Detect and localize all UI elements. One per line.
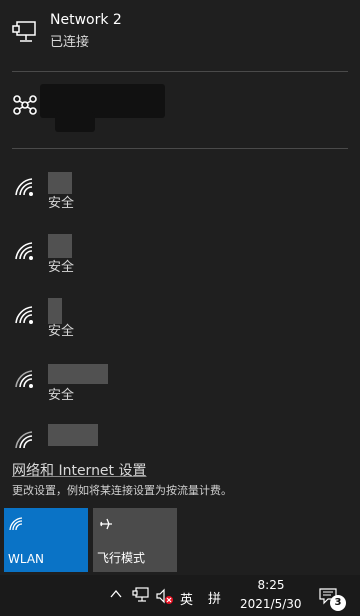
wifi-network-item[interactable]: 安全	[0, 224, 360, 288]
tile-label: 飞行模式	[97, 551, 146, 565]
clock-date[interactable]: 2021/5/30	[240, 597, 302, 611]
wifi-secure-icon	[15, 370, 33, 388]
notification-count-badge: 3	[330, 595, 346, 611]
security-label: 安全	[48, 388, 75, 403]
network-name: Network 2	[50, 12, 122, 28]
redacted-ssid	[48, 172, 72, 194]
wifi-network-item[interactable]: 安全	[0, 288, 360, 352]
divider	[12, 148, 348, 149]
wifi-network-item[interactable]: 安全	[0, 352, 360, 416]
redacted-ssid	[48, 364, 108, 384]
taskbar: 英 拼 8:25 2021/5/30 3	[0, 575, 360, 616]
ethernet-icon[interactable]	[132, 587, 150, 603]
network-settings-link[interactable]: 网络和 Internet 设置	[12, 460, 147, 480]
volume-muted-icon[interactable]	[155, 587, 175, 607]
redacted-ssid	[48, 424, 98, 446]
redacted-name	[55, 112, 95, 132]
security-label: 安全	[48, 260, 75, 275]
airplane-icon	[100, 518, 112, 530]
redacted-ssid	[48, 234, 72, 258]
tile-label: WLAN	[8, 552, 45, 566]
ethernet-icon	[12, 21, 36, 42]
wifi-network-item[interactable]	[0, 418, 360, 448]
security-label: 安全	[48, 196, 75, 211]
mobile-hotspot-icon	[13, 95, 37, 115]
wifi-network-item[interactable]: 安全	[0, 160, 360, 224]
ime-language-indicator[interactable]: 英	[180, 589, 193, 608]
wifi-secure-icon	[15, 178, 33, 196]
chevron-up-icon[interactable]	[110, 589, 122, 599]
wifi-secure-icon	[15, 242, 33, 260]
wlan-toggle-tile[interactable]: WLAN	[4, 508, 88, 572]
settings-description: 更改设置，例如将某连接设置为按流量计费。	[12, 484, 232, 497]
ime-mode-indicator[interactable]: 拼	[208, 588, 221, 607]
network-item-connected[interactable]: Network 2 已连接	[0, 0, 360, 70]
wifi-icon	[9, 517, 23, 531]
wifi-icon	[15, 431, 33, 448]
network-status: 已连接	[50, 35, 90, 50]
wifi-secure-icon	[15, 306, 33, 324]
airplane-mode-tile[interactable]: 飞行模式	[93, 508, 177, 572]
network-flyout: Network 2 已连接 安全 安全 安全 安全 网络和 Internet 设…	[0, 0, 360, 575]
clock-time[interactable]: 8:25	[256, 578, 286, 592]
security-label: 安全	[48, 324, 75, 339]
network-item-redacted[interactable]	[0, 72, 360, 148]
